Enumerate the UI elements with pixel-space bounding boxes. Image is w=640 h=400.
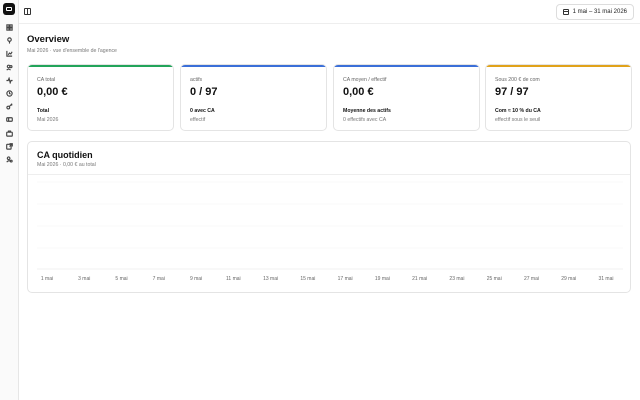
kpi-card-ca-moyen: CA moyen / effectif 0,00 € Moyenne des a… bbox=[333, 64, 480, 131]
sidebar-item-grid[interactable] bbox=[0, 21, 19, 34]
card-label: actifs bbox=[190, 77, 203, 83]
briefcase-icon bbox=[6, 130, 13, 137]
card-caption: Com ≈ 10 % du CA bbox=[495, 108, 541, 114]
app-logo-icon[interactable] bbox=[3, 3, 15, 15]
card-note: Mai 2026 bbox=[37, 117, 59, 123]
card-note: effectif sous le seuil bbox=[495, 117, 541, 123]
x-tick-label: 17 mai bbox=[338, 276, 353, 282]
x-tick-label: 7 mai bbox=[153, 276, 165, 282]
card-note: effectif bbox=[190, 117, 206, 123]
x-tick-label: 5 mai bbox=[115, 276, 127, 282]
x-tick-label: 3 mai bbox=[78, 276, 90, 282]
x-tick-label: 1 mai bbox=[41, 276, 53, 282]
daily-revenue-chart: 1 mai 3 mai 5 mai 7 mai 9 mai 11 mai 13 mai 15 … bbox=[37, 181, 623, 282]
card-value: 0,00 € bbox=[37, 86, 68, 98]
clock-icon bbox=[6, 90, 13, 97]
pin-icon bbox=[7, 37, 12, 44]
card-label: Sous 200 € de com bbox=[495, 77, 540, 83]
card-caption: Total bbox=[37, 108, 50, 114]
users-icon bbox=[6, 64, 13, 71]
card-caption: 0 avec CA bbox=[190, 108, 215, 114]
x-tick-label: 13 mai bbox=[263, 276, 278, 282]
main-content: Overview Mai 2026 · vue d'ensemble de l'… bbox=[19, 24, 640, 400]
card-label: CA moyen / effectif bbox=[343, 77, 387, 83]
sidebar-toggle-icon[interactable] bbox=[24, 8, 31, 15]
card-value: 0,00 € bbox=[343, 86, 374, 98]
page-title: Overview bbox=[27, 34, 70, 45]
chart-icon bbox=[6, 51, 13, 58]
sidebar-item-briefcase[interactable] bbox=[0, 127, 19, 140]
sidebar-item-user-cog[interactable] bbox=[0, 153, 19, 166]
card-value: 97 / 97 bbox=[495, 86, 529, 98]
sidebar-item-external[interactable] bbox=[0, 140, 19, 153]
card-caption: Moyenne des actifs bbox=[343, 108, 391, 114]
sidebar-item-clock[interactable] bbox=[0, 87, 19, 100]
card-accent-bar bbox=[28, 65, 173, 67]
date-range-button[interactable]: 1 mai – 31 mai 2026 bbox=[555, 4, 634, 20]
x-tick-label: 9 mai bbox=[190, 276, 202, 282]
x-tick-label: 31 mai bbox=[598, 276, 613, 282]
x-tick-label: 15 mai bbox=[300, 276, 315, 282]
card-label: CA total bbox=[37, 77, 56, 83]
x-tick-label: 27 mai bbox=[524, 276, 539, 282]
x-tick-label: 23 mai bbox=[449, 276, 464, 282]
x-tick-label: 21 mai bbox=[412, 276, 427, 282]
sidebar-item-chart[interactable] bbox=[0, 47, 19, 60]
key-icon bbox=[6, 103, 13, 110]
x-tick-label: 19 mai bbox=[375, 276, 390, 282]
sidebar-nav bbox=[0, 21, 19, 166]
activity-icon bbox=[6, 76, 13, 84]
kpi-card-sous-seuil: Sous 200 € de com 97 / 97 Com ≈ 10 % du … bbox=[485, 64, 632, 131]
kpi-card-actifs: actifs 0 / 97 0 avec CA effectif bbox=[180, 64, 327, 131]
page-subtitle: Mai 2026 · vue d'ensemble de l'agence bbox=[27, 48, 117, 54]
card-accent-bar bbox=[486, 65, 631, 67]
x-tick-label: 25 mai bbox=[487, 276, 502, 282]
sidebar-item-activity[interactable] bbox=[0, 74, 19, 87]
user-cog-icon bbox=[6, 156, 13, 163]
x-tick-label: 11 mai bbox=[226, 276, 241, 282]
card-accent-bar bbox=[334, 65, 479, 67]
sidebar-item-ticket[interactable] bbox=[0, 113, 19, 126]
card-note: 0 effectifs avec CA bbox=[343, 117, 387, 123]
kpi-card-ca-total: CA total 0,00 € Total Mai 2026 bbox=[27, 64, 174, 131]
date-range-label: 1 mai – 31 mai 2026 bbox=[572, 9, 627, 15]
sidebar-item-users[interactable] bbox=[0, 61, 19, 74]
daily-revenue-chart-card: CA quotidien Mai 2026 · 0,00 € au total … bbox=[27, 141, 631, 293]
ticket-icon bbox=[6, 117, 13, 123]
x-tick-label: 29 mai bbox=[561, 276, 576, 282]
topbar: 1 mai – 31 mai 2026 bbox=[19, 0, 640, 24]
card-accent-bar bbox=[181, 65, 326, 67]
grid-icon bbox=[6, 24, 13, 31]
sidebar-item-key[interactable] bbox=[0, 100, 19, 113]
sidebar-item-pin[interactable] bbox=[0, 34, 19, 47]
external-icon bbox=[6, 142, 13, 150]
calendar-icon bbox=[562, 9, 569, 15]
sidebar bbox=[0, 0, 19, 400]
card-value: 0 / 97 bbox=[190, 86, 218, 98]
